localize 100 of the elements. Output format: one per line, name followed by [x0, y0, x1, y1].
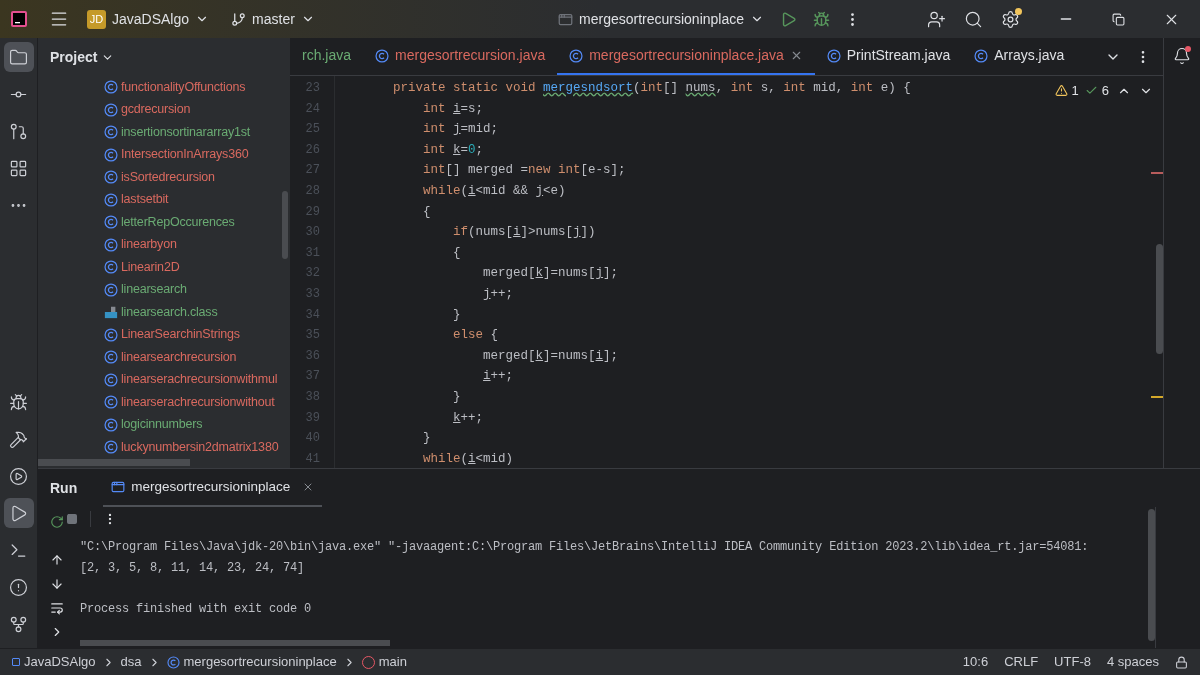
tree-item[interactable]: linearserachrecursionwithmul [38, 368, 290, 391]
breadcrumb[interactable]: JavaDSAlgo [12, 652, 96, 672]
class-icon [104, 170, 118, 185]
project-badge: JD [87, 9, 106, 29]
code-line: j++; [482, 285, 514, 303]
debug-button[interactable] [813, 10, 830, 28]
breadcrumb[interactable]: mergesortrecursioninplace [166, 652, 337, 672]
run-icon[interactable] [3, 498, 34, 528]
console-line: [2, 3, 5, 8, 11, 14, 23, 24, 74] [80, 559, 306, 577]
binary-file-icon [104, 305, 118, 320]
code-line: while(i<mid) [422, 450, 514, 468]
tree-item[interactable]: lastsetbit [38, 188, 290, 211]
class-icon [104, 417, 118, 432]
add-user-icon[interactable] [927, 9, 946, 29]
vertical-scrollbar [282, 191, 288, 259]
branch-icon [231, 11, 247, 27]
tree-item[interactable]: gcdrecursion [38, 98, 290, 121]
tree-item[interactable]: linearsearchrecursion [38, 346, 290, 369]
up-arrow-icon[interactable] [50, 553, 64, 567]
tree-item[interactable]: isSortedrecursion [38, 166, 290, 189]
code-line: while(i<mid && j<e) [422, 182, 566, 200]
window-icon [111, 480, 126, 494]
editor-tab[interactable]: mergesortrecursioninplace.java [557, 38, 815, 75]
tree-item[interactable]: linearsearch [38, 278, 290, 301]
editor-tab[interactable]: mergesortrecursion.java [363, 38, 558, 75]
warning-icon [1054, 84, 1068, 98]
app-logo-icon [11, 11, 27, 27]
class-icon [104, 282, 118, 297]
class-icon [104, 215, 118, 230]
code-line: i++; [482, 368, 514, 386]
rerun-icon[interactable] [50, 515, 64, 529]
breadcrumb[interactable]: main [361, 652, 407, 672]
code-line: k++; [452, 409, 484, 427]
tree-item[interactable]: logicinnumbers [38, 413, 290, 436]
soft-wrap-icon[interactable] [50, 601, 64, 615]
breadcrumb[interactable]: dsa [120, 652, 142, 672]
run-configuration-selector[interactable]: mergesortrecursioninplace [558, 8, 764, 30]
class-icon [104, 147, 118, 162]
warning-stripe-mark [1151, 396, 1163, 398]
code-line: merged[k]=nums[j]; [482, 265, 619, 283]
code-line: merged[k]=nums[i]; [482, 347, 619, 365]
class-icon [104, 350, 118, 365]
workspace-switcher[interactable]: JD JavaDSAlgo [87, 8, 210, 30]
settings-icon[interactable] [1001, 9, 1020, 29]
inspection-widget[interactable]: 1 6 [1054, 81, 1153, 101]
status-item[interactable]: UTF-8 [1054, 652, 1091, 672]
run-button[interactable] [780, 10, 797, 28]
panel-title: Run [50, 478, 78, 498]
code-line: } [452, 388, 461, 406]
tree-item[interactable]: LinearSearchinStrings [38, 323, 290, 346]
status-item[interactable]: 10:6 [962, 652, 989, 672]
editor-tab[interactable]: rch.java [290, 38, 364, 75]
tree-item[interactable]: insertionsortinararray1st [38, 121, 290, 144]
tree-item[interactable]: linearsearch.class [38, 301, 290, 324]
code-line: int k=0; [422, 141, 484, 159]
code-line: else { [452, 327, 499, 345]
code-line: } [422, 430, 431, 448]
tree-item[interactable]: linearbyon [38, 233, 290, 256]
class-icon [104, 327, 118, 342]
class-icon [104, 372, 118, 387]
tree-item[interactable]: letterRepOccurences [38, 211, 290, 234]
class-icon [104, 395, 118, 410]
tree-item[interactable]: IntersectionInArrays360 [38, 143, 290, 166]
module-icon [12, 658, 20, 666]
class-icon [104, 440, 118, 455]
stop-icon[interactable] [66, 513, 78, 525]
tree-item[interactable]: linearserachrecursionwithout [38, 391, 290, 414]
class-icon [104, 125, 118, 140]
status-item[interactable]: CRLF [1004, 652, 1039, 672]
tree-item[interactable]: Linearin2D [38, 256, 290, 279]
code-line: { [422, 203, 431, 221]
editor-tab[interactable]: PrintStream.java [814, 38, 963, 75]
code-line: int[] merged =new int[e-s]; [422, 162, 626, 180]
code-line: { [452, 244, 461, 262]
class-icon [104, 102, 118, 117]
code-line: int j=mid; [422, 121, 499, 139]
console-line: "C:\Program Files\Java\jdk-20\bin\java.exe" "-javaagent:C:\Program Files\JetBrains\IntelliJ IDEA Community Edition 2023.2\lib\idea_rt.jar=54081: [80, 539, 1090, 556]
code-line: if(nums[i]>nums[j]) [452, 224, 596, 242]
class-icon [166, 655, 180, 669]
class-icon [104, 260, 118, 275]
tree-item[interactable]: functionalityOffunctions [38, 76, 290, 99]
notifications-icon[interactable] [1173, 47, 1191, 65]
class-icon [104, 192, 118, 207]
down-arrow-icon[interactable] [50, 577, 64, 591]
run-tab[interactable]: mergesortrecursioninplace [103, 469, 323, 507]
class-icon [104, 80, 118, 95]
project-view-selector[interactable]: Project [38, 38, 290, 76]
window-icon [558, 11, 574, 27]
branch-selector[interactable]: master [231, 8, 315, 30]
editor-tab[interactable]: Arrays.java [962, 38, 1077, 75]
lock-icon[interactable] [1175, 655, 1188, 669]
search-icon[interactable] [964, 9, 983, 29]
folder-icon[interactable] [3, 42, 34, 72]
tree-item[interactable]: luckynumbersin2dmatrix1380 [38, 436, 290, 459]
status-item[interactable]: 4 spaces [1106, 652, 1159, 672]
restore-icon[interactable] [1112, 12, 1125, 26]
console-line: Process finished with exit code 0 [80, 600, 313, 618]
code-line: int i=s; [422, 100, 484, 118]
error-stripe-mark [1151, 172, 1163, 174]
class-icon [104, 237, 118, 252]
